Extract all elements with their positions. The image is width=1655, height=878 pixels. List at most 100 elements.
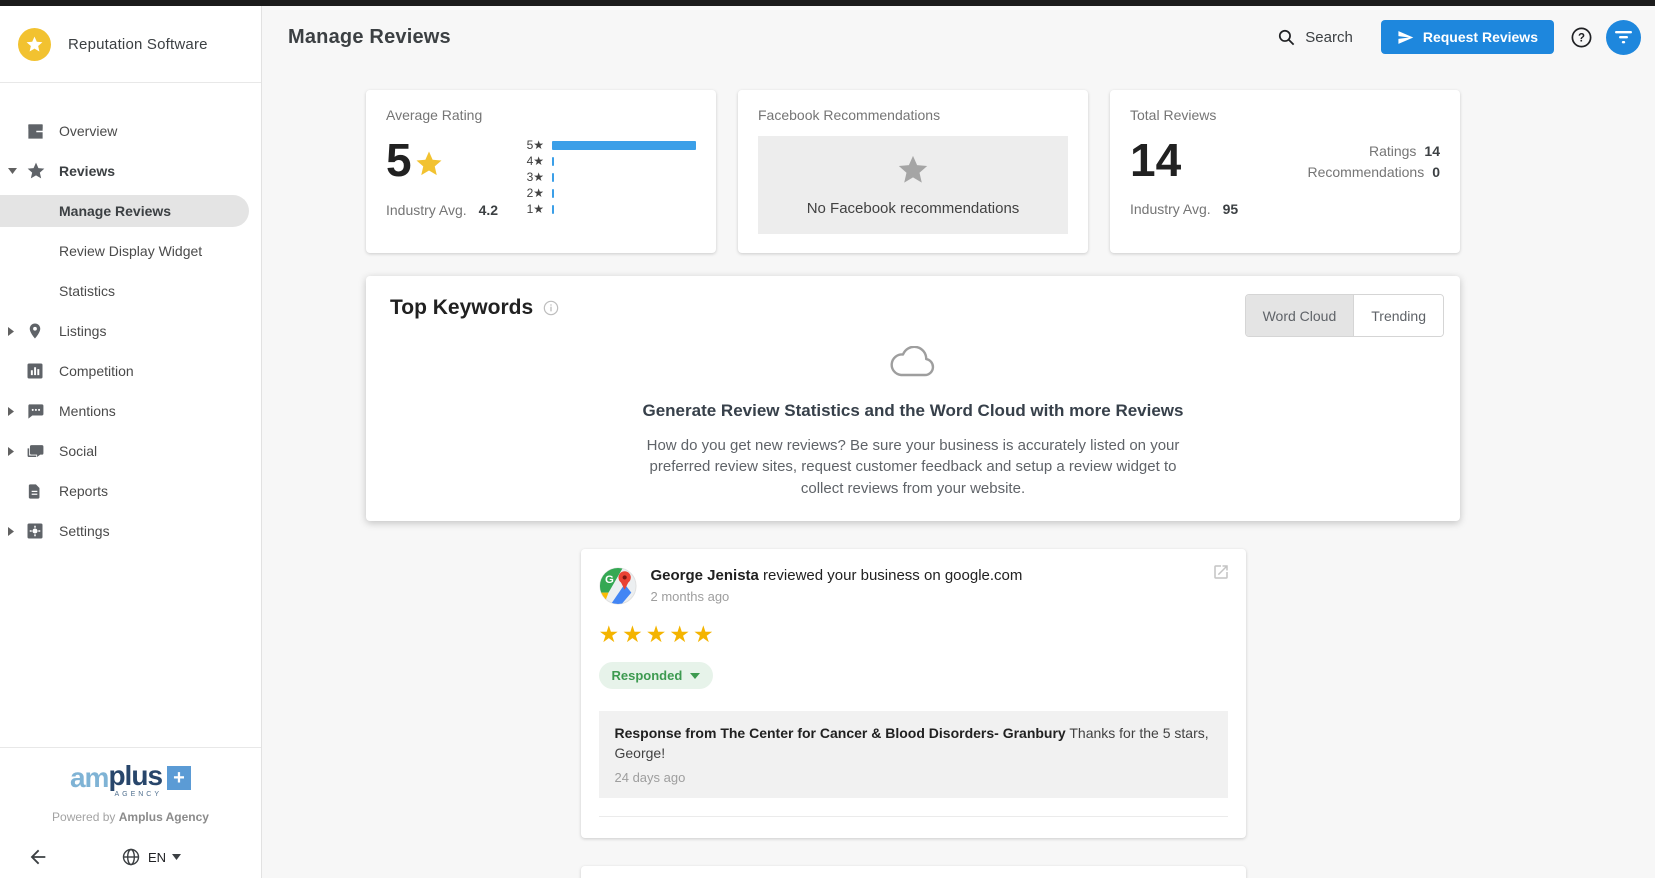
card-title: Facebook Recommendations bbox=[758, 107, 941, 123]
review-card-footer bbox=[598, 815, 1228, 838]
card-title: Total Reviews bbox=[1130, 107, 1217, 123]
page-header: Manage Reviews Search Request Reviews ? bbox=[262, 6, 1655, 68]
review-card: G George Jenista reviewed your business … bbox=[580, 549, 1246, 838]
sidebar-nav: Overview Reviews Manage Reviews Review D… bbox=[0, 83, 261, 551]
empty-state-body: How do you get new reviews? Be sure your… bbox=[646, 437, 1180, 497]
review-headline: George Jenista reviewed your business on… bbox=[650, 567, 1023, 584]
ratings-count: 14 bbox=[1424, 143, 1440, 159]
document-icon bbox=[26, 482, 46, 501]
ratings-breakdown: Ratings 14 Recommendations 0 bbox=[1307, 143, 1440, 180]
sidebar: Reputation Software Overview Reviews Man… bbox=[0, 6, 262, 878]
sidebar-item-listings[interactable]: Listings bbox=[0, 311, 261, 351]
industry-avg-value: 4.2 bbox=[478, 202, 499, 218]
review-author: George Jenista bbox=[650, 567, 759, 584]
screen: Reputation Software Overview Reviews Man… bbox=[0, 0, 1655, 878]
layout: Reputation Software Overview Reviews Man… bbox=[0, 6, 1655, 878]
open-in-new-icon[interactable] bbox=[1212, 563, 1230, 581]
average-rating-value: 5 bbox=[386, 134, 412, 186]
filter-button[interactable] bbox=[1606, 19, 1641, 55]
back-arrow-icon[interactable] bbox=[27, 846, 49, 868]
dashboard-icon bbox=[26, 122, 46, 141]
bar-4-star bbox=[552, 156, 554, 166]
review-timestamp: 2 months ago bbox=[650, 589, 730, 604]
keywords-view-toggle: Word Cloud Trending bbox=[1244, 294, 1444, 337]
help-icon[interactable]: ? bbox=[1570, 26, 1593, 49]
location-pin-icon bbox=[26, 321, 46, 341]
card-title: Average Rating bbox=[386, 107, 483, 123]
sidebar-item-competition[interactable]: Competition bbox=[0, 351, 261, 391]
bar-2-star bbox=[552, 188, 554, 198]
sidebar-item-settings[interactable]: Settings bbox=[0, 511, 261, 551]
star-icon bbox=[414, 149, 444, 184]
chevron-down-icon bbox=[8, 168, 18, 174]
sidebar-item-reviews[interactable]: Reviews bbox=[0, 151, 261, 191]
review-response-block: Response from The Center for Cancer & Bl… bbox=[598, 711, 1228, 798]
facebook-empty-state: No Facebook recommendations bbox=[758, 136, 1068, 234]
chevron-down-icon bbox=[690, 672, 701, 679]
sidebar-item-statistics[interactable]: Statistics bbox=[0, 271, 261, 311]
amplus-agency-logo: am plus AGENCY + bbox=[0, 762, 261, 798]
bar-3-star bbox=[552, 172, 554, 182]
chat-bubbles-icon bbox=[26, 442, 46, 461]
bar-1-star bbox=[552, 204, 554, 214]
search-icon bbox=[1277, 28, 1296, 47]
brand-name: Reputation Software bbox=[68, 35, 208, 53]
cloud-icon bbox=[890, 345, 936, 383]
brand: Reputation Software bbox=[0, 6, 261, 83]
google-maps-avatar: G bbox=[598, 567, 637, 605]
star-icon: ★ bbox=[598, 621, 623, 647]
star-icon: ★ bbox=[622, 621, 646, 647]
bar-chart-icon bbox=[26, 362, 46, 380]
empty-state-heading: Generate Review Statistics and the Word … bbox=[642, 401, 1184, 420]
responded-status-badge[interactable]: Responded bbox=[598, 662, 714, 689]
keywords-empty-state: Generate Review Statistics and the Word … bbox=[390, 345, 1436, 499]
sidebar-item-overview[interactable]: Overview bbox=[0, 111, 261, 151]
total-reviews-card: Total Reviews 14 Industry Avg. 95 Rating… bbox=[1110, 90, 1460, 253]
search-label: Search bbox=[1305, 28, 1353, 46]
star-icon: ★ bbox=[669, 621, 693, 647]
bar-5-star bbox=[552, 140, 696, 150]
response-timestamp: 24 days ago bbox=[614, 769, 686, 785]
sidebar-item-review-display-widget[interactable]: Review Display Widget bbox=[0, 231, 261, 271]
comment-icon bbox=[26, 402, 46, 421]
request-reviews-button[interactable]: Request Reviews bbox=[1380, 20, 1554, 54]
filter-icon bbox=[1615, 31, 1632, 44]
average-rating-card: Average Rating 5 Industry Avg. 4.2 5★ 4★… bbox=[366, 90, 716, 253]
info-icon[interactable] bbox=[543, 300, 559, 316]
next-review-card-peek bbox=[580, 865, 1246, 878]
search-control[interactable]: Search bbox=[1277, 28, 1353, 47]
chevron-right-icon bbox=[8, 406, 18, 416]
industry-avg-value: 95 bbox=[1222, 201, 1239, 217]
sidebar-item-social[interactable]: Social bbox=[0, 431, 261, 471]
svg-text:G: G bbox=[605, 574, 614, 586]
send-icon bbox=[1398, 30, 1414, 44]
sidebar-bottom-row: EN bbox=[27, 846, 261, 868]
powered-by: Powered by Amplus Agency bbox=[52, 810, 209, 824]
stats-row: Average Rating 5 Industry Avg. 4.2 5★ 4★… bbox=[366, 90, 1460, 253]
language-selector[interactable]: EN bbox=[121, 847, 182, 867]
header-actions: Search Request Reviews ? bbox=[1277, 19, 1641, 55]
review-star-rating: ★★★★★ bbox=[599, 623, 1228, 646]
tab-word-cloud[interactable]: Word Cloud bbox=[1245, 295, 1354, 336]
keywords-title: Top Keywords bbox=[390, 296, 534, 319]
globe-icon bbox=[121, 847, 141, 867]
plus-box-icon: + bbox=[167, 766, 192, 790]
rating-distribution-chart: 5★ 4★ 3★ 2★ 1★ bbox=[518, 138, 696, 218]
sidebar-item-mentions[interactable]: Mentions bbox=[0, 391, 261, 431]
response-org: The Center for Cancer & Blood Disorders-… bbox=[720, 725, 1066, 741]
tab-trending[interactable]: Trending bbox=[1353, 295, 1443, 336]
sidebar-footer: am plus AGENCY + Powered by Amplus Agenc… bbox=[0, 747, 261, 878]
total-reviews-value: 14 bbox=[1130, 134, 1182, 186]
sidebar-item-reports[interactable]: Reports bbox=[0, 471, 261, 511]
content-scroll-area[interactable]: Average Rating 5 Industry Avg. 4.2 5★ 4★… bbox=[262, 68, 1655, 878]
star-icon: ★ bbox=[645, 621, 670, 647]
star-icon bbox=[26, 161, 46, 181]
page-title: Manage Reviews bbox=[288, 25, 451, 48]
brand-star-icon bbox=[18, 27, 51, 61]
chevron-down-icon bbox=[172, 854, 182, 860]
star-icon: ★ bbox=[693, 621, 717, 647]
svg-text:?: ? bbox=[1578, 32, 1585, 44]
chevron-right-icon bbox=[8, 446, 18, 456]
sidebar-item-manage-reviews[interactable]: Manage Reviews bbox=[0, 191, 261, 231]
settings-icon bbox=[26, 522, 46, 540]
